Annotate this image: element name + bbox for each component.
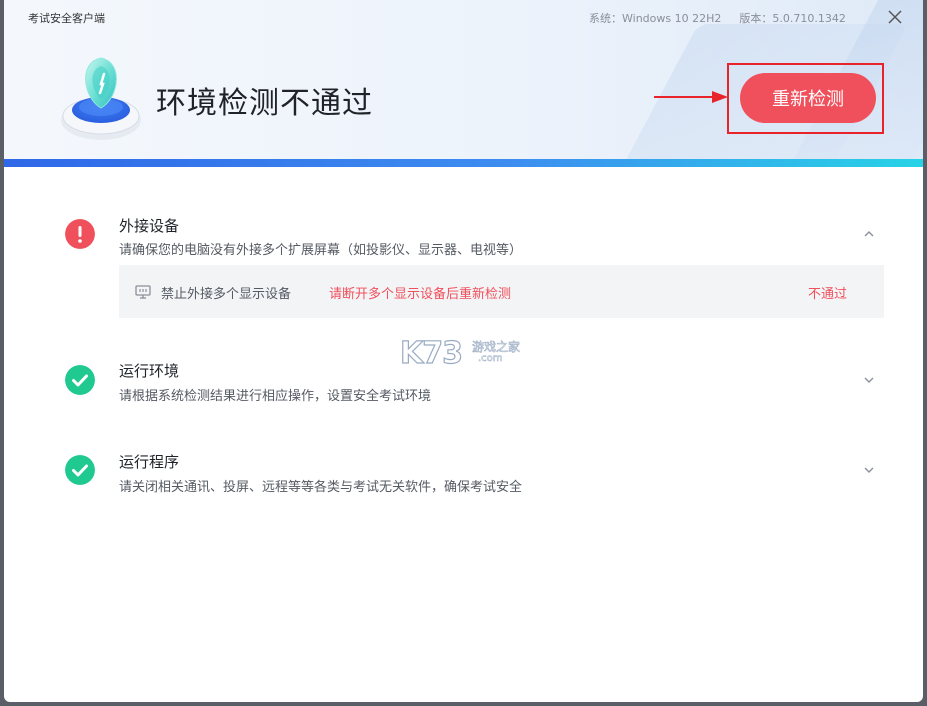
section-description: 请关闭相关通讯、投屏、远程等等各类与考试无关软件，确保考试安全	[119, 480, 523, 495]
chevron-up-icon[interactable]	[862, 229, 876, 239]
header-accent-bar	[4, 159, 923, 167]
watermark-logo: K73	[399, 335, 463, 371]
chevron-down-icon[interactable]	[862, 375, 876, 385]
chevron-down-icon[interactable]	[862, 465, 876, 475]
check-label: 禁止外接多个显示设备	[161, 287, 292, 302]
check-message: 请断开多个显示设备后重新检测	[329, 287, 512, 302]
section-title: 外接设备	[119, 217, 180, 235]
system-info: 系统：Windows 10 22H2 版本：5.0.710.1342	[589, 10, 846, 26]
section-title: 运行环境	[119, 362, 180, 380]
status-title: 环境检测不通过	[156, 86, 373, 121]
shield-logo-icon	[61, 57, 141, 140]
section-description: 请根据系统检测结果进行相应操作，设置安全考试环境	[119, 389, 432, 404]
monitor-icon	[135, 285, 151, 299]
close-icon	[888, 10, 902, 24]
error-icon	[65, 219, 95, 249]
check-circle-icon	[65, 365, 95, 395]
check-detail-row: 禁止外接多个显示设备 请断开多个显示设备后重新检测 不通过	[119, 265, 884, 318]
annotation-arrow-icon	[654, 91, 728, 103]
client-version: 版本：5.0.710.1342	[739, 12, 846, 25]
section-description: 请确保您的电脑没有外接多个扩展屏幕（如投影仪、显示器、电视等）	[119, 243, 523, 258]
close-button[interactable]	[882, 4, 908, 30]
system-version: 系统：Windows 10 22H2	[589, 12, 722, 25]
watermark-domain: .com	[478, 353, 503, 365]
check-result-badge: 不通过	[808, 287, 848, 302]
retest-button[interactable]: 重新检测	[740, 73, 876, 123]
app-window: 考试安全客户端 系统：Windows 10 22H2 版本：5.0.710.134…	[4, 0, 923, 702]
site-watermark: K73 游戏之家 .com	[399, 335, 532, 372]
app-title: 考试安全客户端	[28, 12, 105, 25]
section-title: 运行程序	[119, 453, 180, 471]
status-header: 考试安全客户端 系统：Windows 10 22H2 版本：5.0.710.134…	[4, 0, 923, 163]
check-circle-icon	[65, 455, 95, 485]
